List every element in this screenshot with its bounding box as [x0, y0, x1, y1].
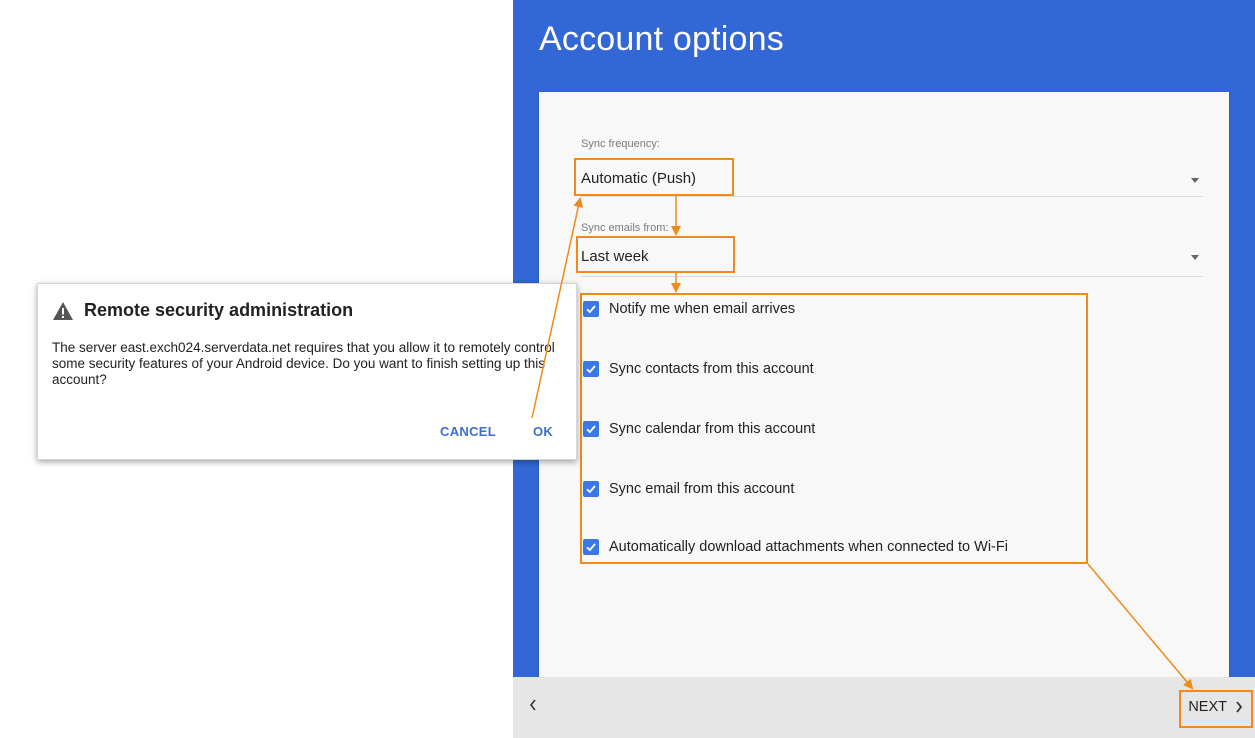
highlight-sync-frequency [574, 158, 734, 196]
field-underline [581, 276, 1203, 277]
page-title: Account options [539, 20, 784, 58]
dialog-header: Remote security administration [52, 300, 353, 321]
ok-button[interactable]: OK [533, 424, 553, 439]
warning-icon [53, 301, 73, 320]
cancel-button[interactable]: CANCEL [440, 424, 496, 439]
dialog-title: Remote security administration [84, 300, 354, 320]
dropdown-arrow-icon [1191, 255, 1199, 260]
highlight-next-button [1179, 690, 1253, 728]
highlight-options [580, 293, 1088, 564]
remote-security-dialog: Remote security administration The serve… [37, 283, 577, 460]
chevron-left-icon [529, 699, 536, 711]
dropdown-arrow-icon [1191, 178, 1199, 183]
highlight-sync-emails-from [576, 236, 735, 273]
field-underline [581, 196, 1203, 197]
sync-emails-from-label: Sync emails from: [581, 222, 669, 234]
sync-frequency-label: Sync frequency: [581, 138, 660, 150]
footer-nav: NEXT [513, 677, 1255, 738]
back-button[interactable] [521, 693, 545, 717]
dialog-message: The server east.exch024.serverdata.net r… [52, 340, 555, 387]
